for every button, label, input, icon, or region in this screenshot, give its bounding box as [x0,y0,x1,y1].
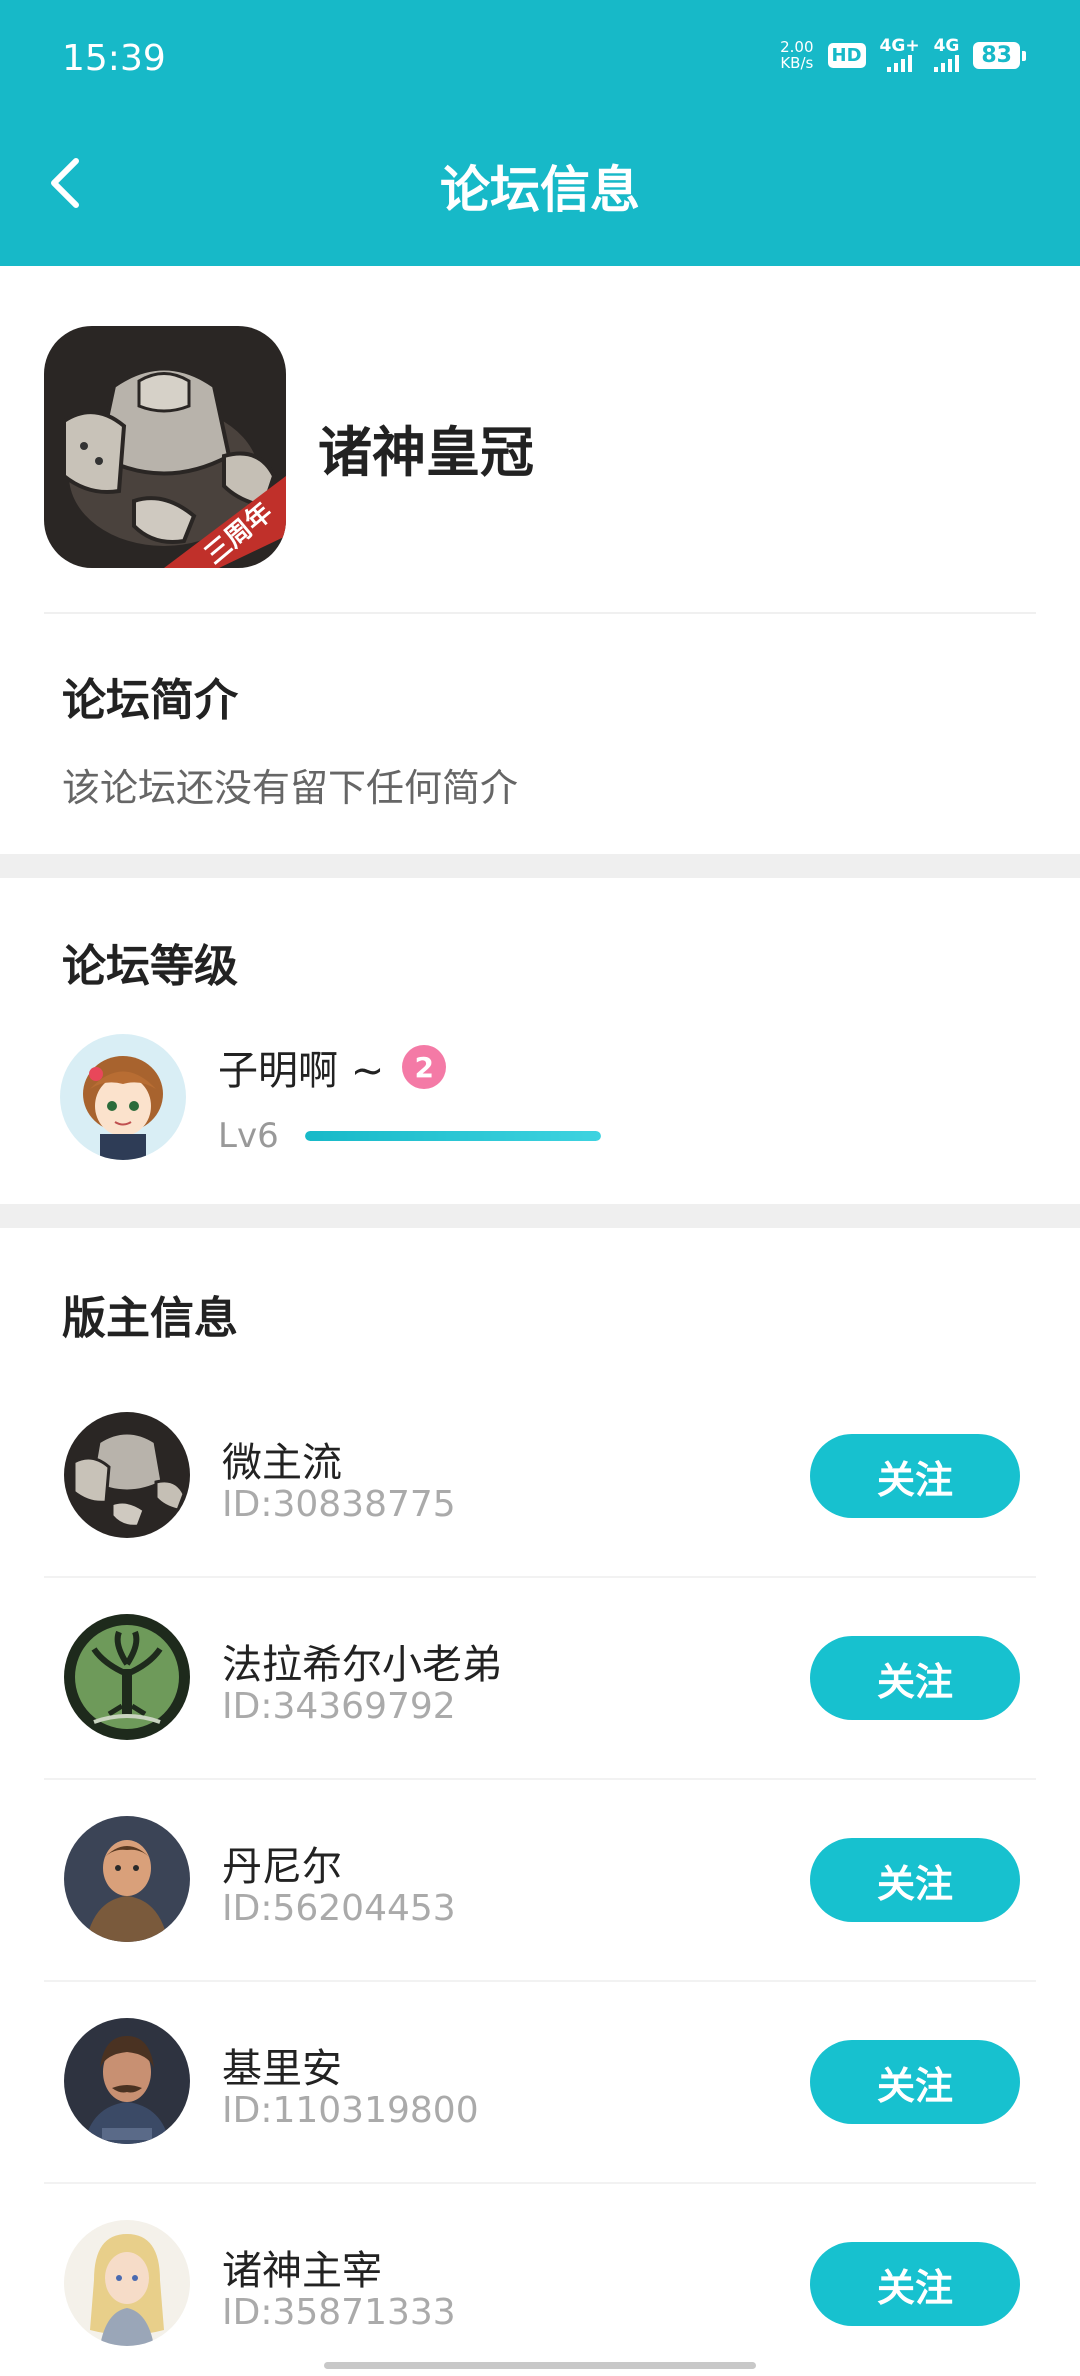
list-item[interactable]: 丹尼尔 ID:56204453 关注 [0,1780,1080,1982]
forum-icon: 三周年 [44,326,286,568]
follow-button[interactable]: 关注 [810,2242,1020,2326]
status-time: 15:39 [62,38,166,79]
moderator-name: 微主流 [222,1440,342,1486]
level-title: 论坛等级 [62,941,238,992]
section-separator [0,1204,1080,1228]
status-icons: 2.00 KB/s HD 4G+ 4G 83 [780,38,1026,72]
moderator-id: ID:34369792 [222,1686,456,1727]
follow-button[interactable]: 关注 [810,2040,1020,2124]
top-bar: 15:39 2.00 KB/s HD 4G+ 4G 83 论坛信息 [0,0,1080,266]
list-item[interactable]: 基里安 ID:110319800 关注 [0,1982,1080,2184]
moderator-avatar[interactable] [64,1816,190,1942]
moderator-name: 诸神主宰 [222,2248,382,2294]
rank-badge: 2 [402,1045,447,1089]
signal-icon-sim2: 4G [934,38,959,72]
section-separator [0,854,1080,878]
level-user[interactable]: 子明啊 ~ 2 Lv6 [60,1034,601,1160]
moderator-id: ID:56204453 [222,1888,456,1929]
level-progress-fill [304,1131,601,1141]
forum-header: 三周年 诸神皇冠 [44,326,534,568]
hd-icon: HD [827,42,866,68]
page-title: 论坛信息 [440,161,640,219]
moderator-avatar[interactable] [64,2220,190,2346]
user-name: 子明啊 ~ [218,1048,385,1094]
battery-icon: 83 [973,41,1026,69]
moderator-name: 丹尼尔 [222,1844,342,1890]
moderator-name: 法拉希尔小老弟 [222,1642,502,1688]
moderator-avatar[interactable] [64,1412,190,1538]
moderators-title: 版主信息 [62,1293,238,1344]
list-item[interactable]: 诸神主宰 ID:35871333 关注 [0,2184,1080,2376]
user-avatar[interactable] [60,1034,186,1160]
list-item[interactable]: 法拉希尔小老弟 ID:34369792 关注 [0,1578,1080,1780]
forum-name: 诸神皇冠 [318,420,534,484]
list-item[interactable]: 微主流 ID:30838775 关注 [0,1376,1080,1578]
intro-text: 该论坛还没有留下任何简介 [62,766,519,810]
home-indicator[interactable] [324,2362,756,2369]
intro-title: 论坛简介 [62,675,238,726]
divider [44,612,1036,614]
follow-button[interactable]: 关注 [810,1636,1020,1720]
network-speed: 2.00 KB/s [780,38,814,72]
moderator-id: ID:110319800 [222,2090,479,2131]
follow-button[interactable]: 关注 [810,1434,1020,1518]
moderator-id: ID:30838775 [222,1484,456,1525]
level-text: Lv6 [218,1116,279,1156]
moderator-name: 基里安 [222,2046,342,2092]
signal-icon-sim1: 4G+ [880,38,920,72]
moderator-avatar[interactable] [64,1614,190,1740]
moderator-id: ID:35871333 [222,2292,456,2333]
level-progress-bar [304,1131,601,1141]
moderator-avatar[interactable] [64,2018,190,2144]
level-info: 子明啊 ~ 2 Lv6 [218,1038,601,1156]
follow-button[interactable]: 关注 [810,1838,1020,1922]
moderator-list: 微主流 ID:30838775 关注 法拉希尔小老弟 ID:34369792 关… [0,1376,1080,2376]
